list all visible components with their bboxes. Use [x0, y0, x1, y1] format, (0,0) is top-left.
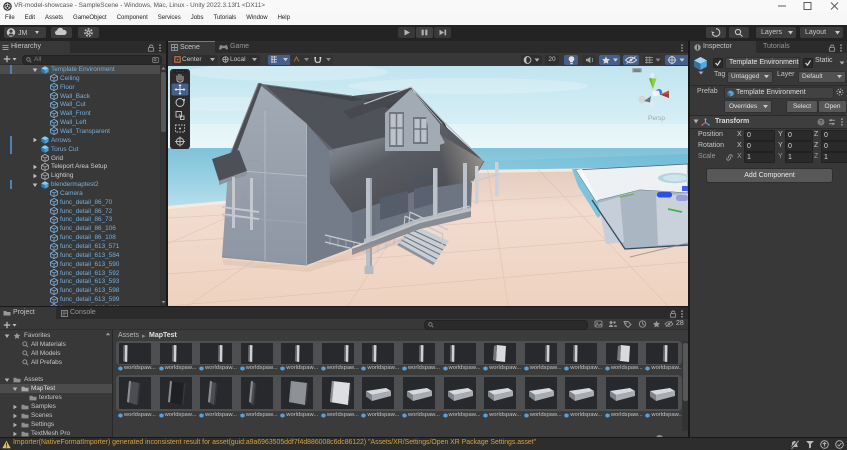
- svg-text:JM: JM: [18, 30, 28, 37]
- svg-text:Persp: Persp: [648, 115, 665, 122]
- svg-text:?: ?: [819, 120, 822, 126]
